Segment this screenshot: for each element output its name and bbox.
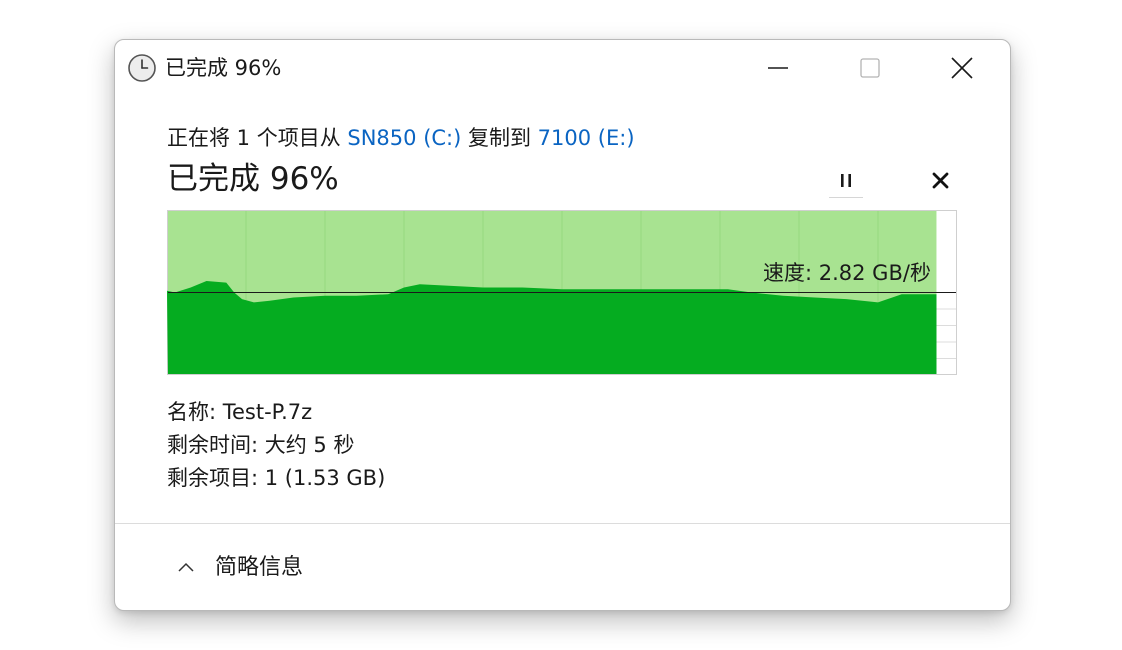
maximize-button[interactable] bbox=[847, 40, 893, 96]
destination-link[interactable]: 7100 (E:) bbox=[538, 126, 635, 150]
clock-icon bbox=[127, 53, 157, 83]
maximize-icon bbox=[860, 58, 880, 78]
cancel-icon bbox=[932, 172, 949, 189]
items-remaining: 剩余项目: 1 (1.53 GB) bbox=[167, 466, 386, 490]
time-remaining: 剩余时间: 大约 5 秒 bbox=[167, 433, 355, 457]
pause-button[interactable] bbox=[829, 165, 863, 198]
pause-icon bbox=[841, 174, 851, 187]
title-bar[interactable]: 已完成 96% bbox=[115, 40, 1010, 96]
progress-heading: 已完成 96% bbox=[167, 161, 339, 197]
copy-description: 正在将 1 个项目从 SN850 (C:) 复制到 7100 (E:) bbox=[167, 124, 635, 152]
footer-divider bbox=[115, 523, 1010, 524]
minimize-button[interactable] bbox=[755, 40, 801, 96]
fewer-details-toggle[interactable]: 简略信息 bbox=[167, 549, 387, 589]
close-button[interactable] bbox=[939, 40, 985, 96]
speed-chart bbox=[167, 210, 957, 375]
speed-label: 速度: 2.82 GB/秒 bbox=[763, 261, 931, 285]
minimize-icon bbox=[768, 67, 788, 69]
chevron-up-icon bbox=[178, 562, 194, 572]
copy-middle: 复制到 bbox=[461, 126, 538, 150]
file-copy-dialog: 已完成 96% 正在将 1 个项目从 SN850 (C:) 复制到 7100 (… bbox=[114, 39, 1011, 611]
source-link[interactable]: SN850 (C:) bbox=[347, 126, 461, 150]
fewer-details-label: 简略信息 bbox=[215, 555, 304, 580]
cancel-button[interactable] bbox=[923, 165, 957, 197]
copy-prefix: 正在将 1 个项目从 bbox=[167, 126, 348, 150]
window-title: 已完成 96% bbox=[165, 56, 282, 80]
close-icon bbox=[951, 57, 973, 79]
file-name: 名称: Test-P.7z bbox=[167, 400, 313, 424]
